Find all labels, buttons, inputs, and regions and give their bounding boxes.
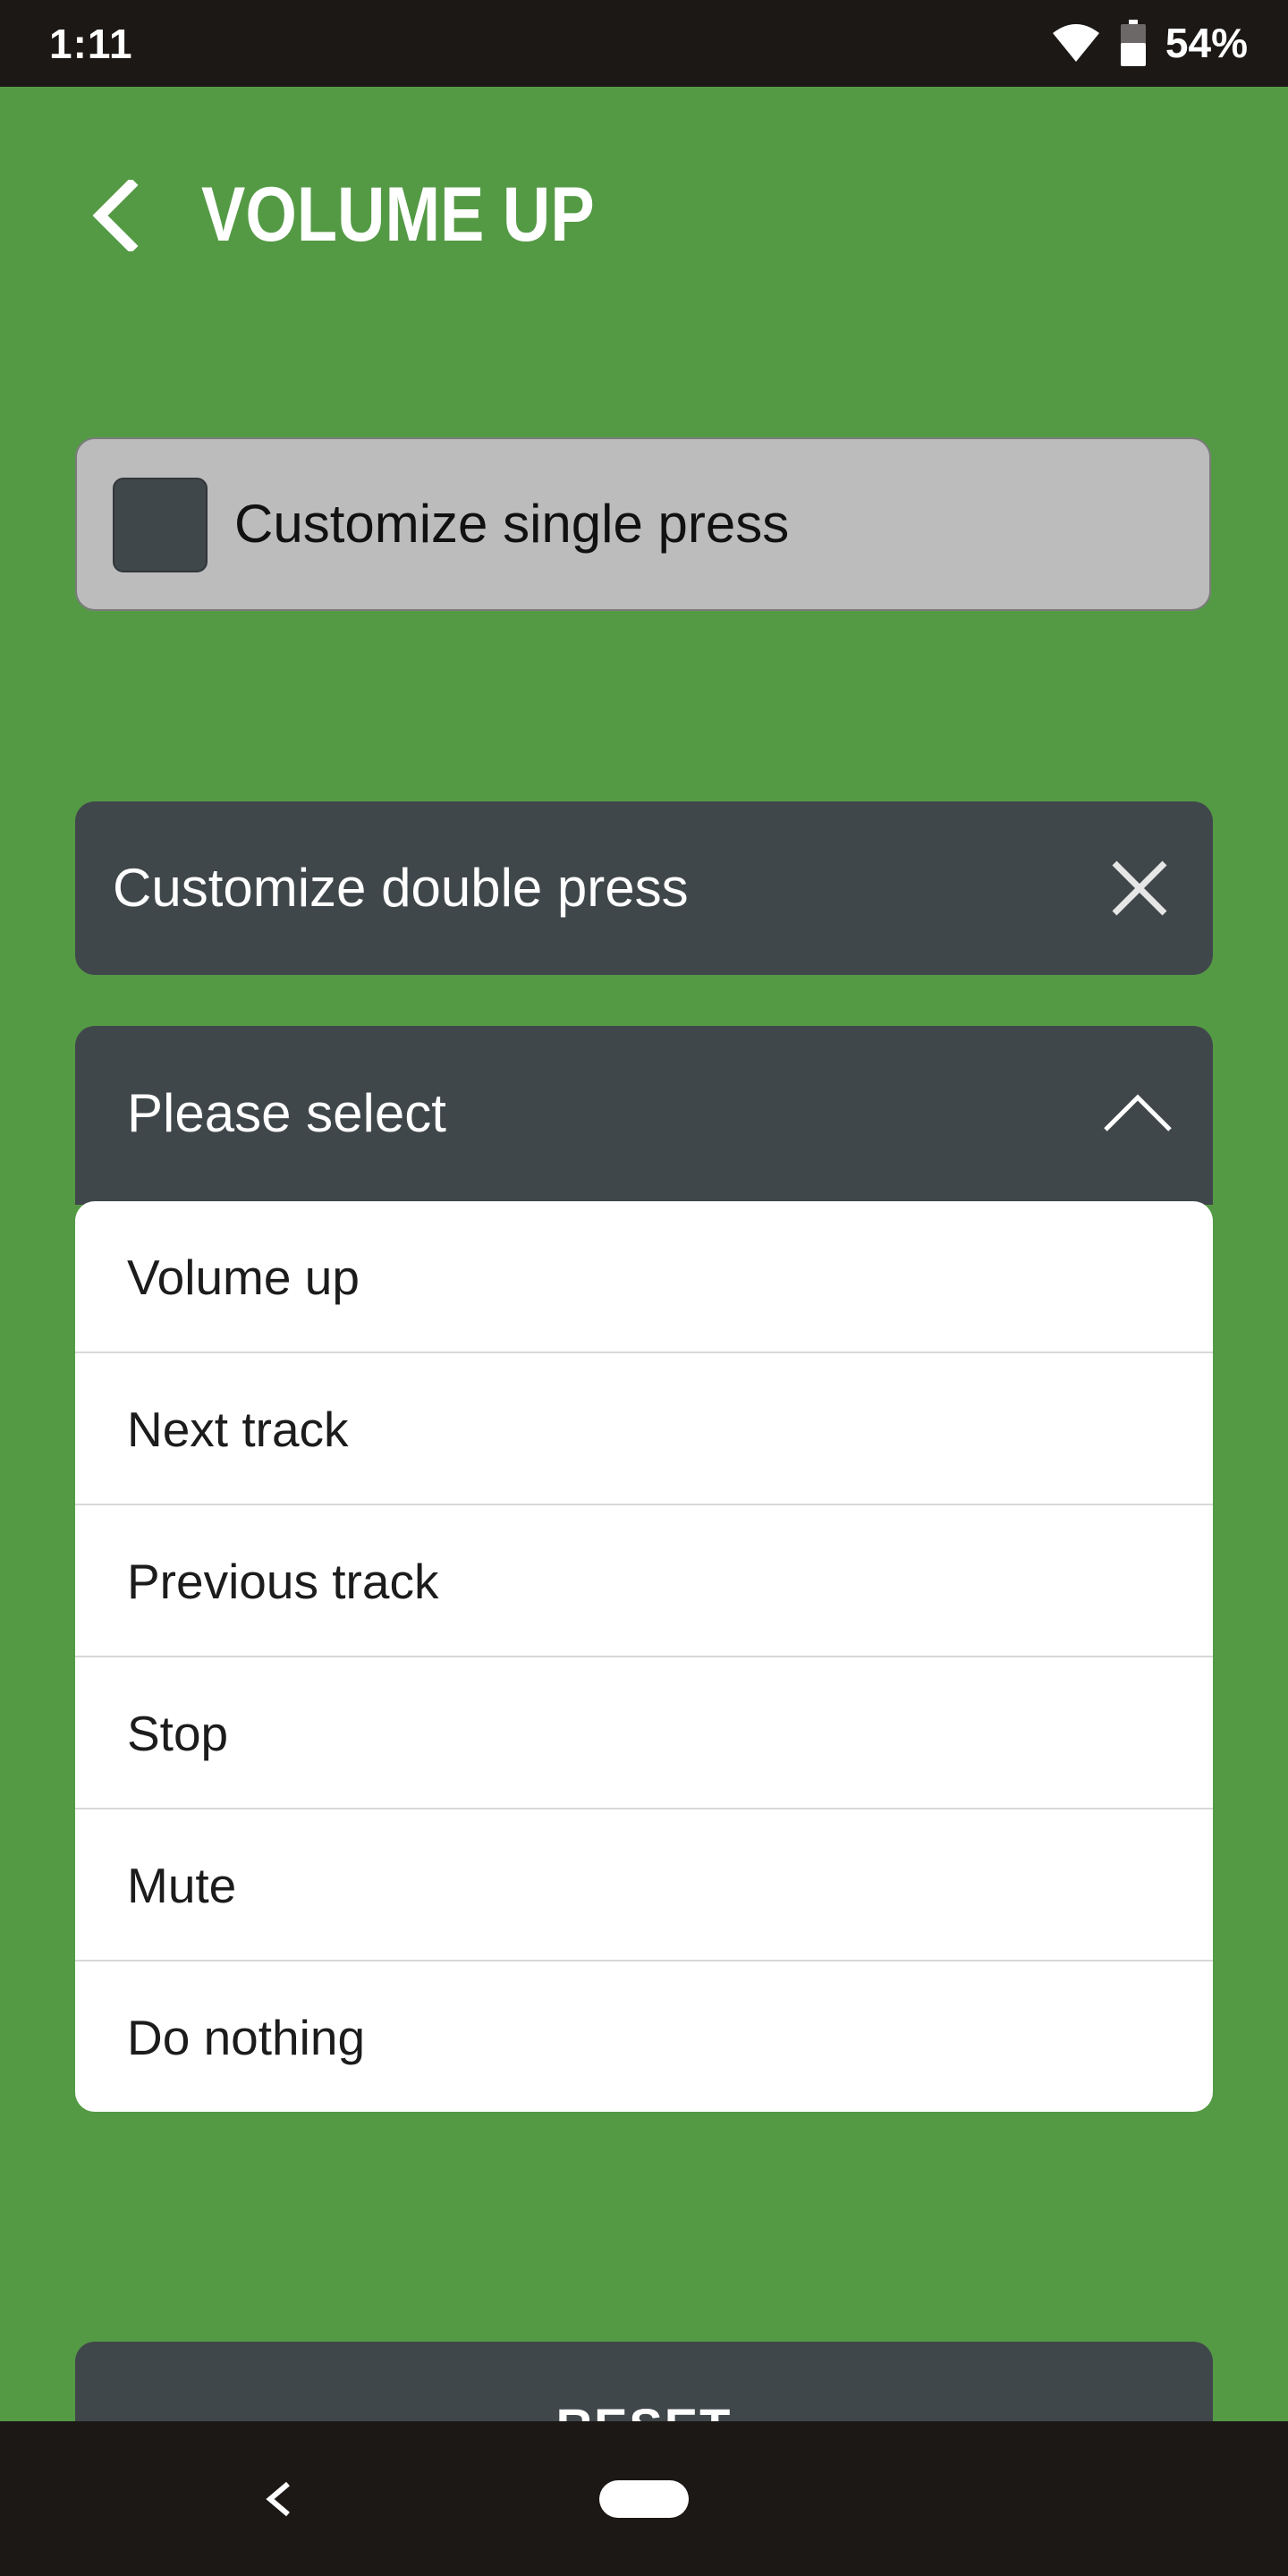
option-previous-track[interactable]: Previous track [75, 1504, 1213, 1656]
reset-label: RESET [75, 2397, 1213, 2421]
chevron-up-icon [1104, 1094, 1172, 1131]
home-pill-icon[interactable] [599, 2480, 689, 2518]
screen-content: VOLUME UP Customize single press Customi… [0, 87, 1288, 2421]
back-icon[interactable] [258, 2468, 297, 2530]
customize-single-press-toggle[interactable]: Customize single press [75, 437, 1211, 611]
option-mute[interactable]: Mute [75, 1808, 1213, 1960]
customize-double-press-panel: Customize double press [75, 801, 1213, 975]
battery-percentage: 54% [1165, 20, 1248, 66]
wifi-icon [1052, 24, 1099, 62]
single-press-label: Customize single press [234, 494, 790, 554]
dropdown-options: Volume up Next track Previous track Stop… [75, 1201, 1213, 2112]
close-icon [1112, 860, 1167, 916]
navigation-bar [0, 2421, 1288, 2576]
action-dropdown[interactable]: Please select [75, 1026, 1213, 1205]
battery-icon [1120, 20, 1146, 66]
single-press-checkbox[interactable] [113, 478, 208, 572]
option-do-nothing[interactable]: Do nothing [75, 1960, 1213, 2112]
double-press-label: Customize double press [113, 858, 689, 918]
reset-button[interactable]: RESET [75, 2342, 1213, 2421]
back-button[interactable] [89, 173, 170, 258]
option-volume-up[interactable]: Volume up [75, 1201, 1213, 1352]
option-stop[interactable]: Stop [75, 1656, 1213, 1808]
page-title: VOLUME UP [201, 172, 595, 258]
status-time: 1:11 [49, 21, 133, 67]
close-double-press-button[interactable] [1102, 851, 1177, 926]
status-bar: 1:11 54% [0, 0, 1288, 87]
chevron-left-icon [92, 180, 139, 251]
status-icons: 54% [1051, 18, 1248, 68]
option-next-track[interactable]: Next track [75, 1352, 1213, 1504]
dropdown-placeholder: Please select [127, 1083, 446, 1143]
header: VOLUME UP [0, 165, 1288, 264]
